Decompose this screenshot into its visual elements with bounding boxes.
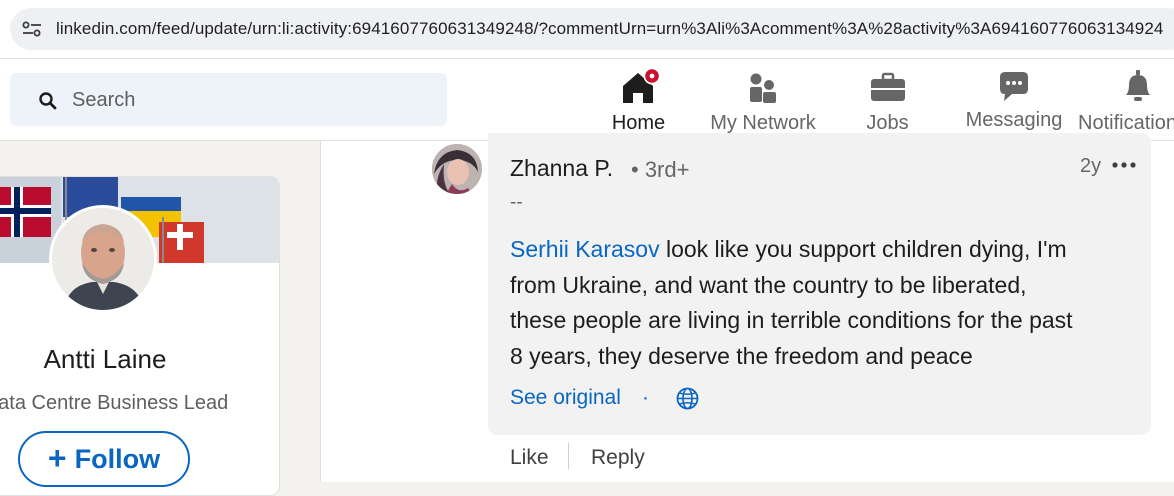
- connection-degree: • 3rd+: [631, 157, 690, 182]
- nav-messaging-label: Messaging: [965, 109, 1063, 131]
- commenter-photo: [432, 144, 482, 194]
- search-bar[interactable]: [10, 73, 447, 126]
- comment-text-line1: look like you support children dying, I'…: [659, 236, 1067, 262]
- profile-photo: [52, 208, 154, 310]
- follow-button[interactable]: + Follow: [18, 431, 190, 487]
- profile-headline: Data Centre Business Lead: [0, 392, 229, 414]
- action-divider: [568, 443, 569, 469]
- profile-name[interactable]: Antti Laine: [0, 344, 219, 375]
- url-text: linkedin.com/feed/update/urn:li:activity…: [56, 19, 1164, 38]
- site-settings-icon[interactable]: [22, 21, 42, 37]
- message-icon: [1000, 72, 1028, 101]
- comment-text-line2: from Ukraine, and want the country to be…: [510, 271, 1027, 298]
- search-icon: [39, 92, 57, 110]
- mention-link[interactable]: Serhii Karasov: [510, 236, 660, 262]
- nav-messaging[interactable]: Messaging: [960, 59, 1068, 141]
- network-icon: [750, 73, 776, 103]
- comment-timestamp: 2y: [1080, 155, 1102, 177]
- more-options-icon[interactable]: [1110, 150, 1138, 178]
- reply-button[interactable]: Reply: [591, 446, 645, 470]
- nav-notifications-label: Notifications: [1078, 112, 1174, 134]
- separator-dot: ·: [642, 386, 649, 409]
- nav-jobs[interactable]: Jobs: [840, 59, 935, 141]
- follow-button-label: Follow: [74, 443, 161, 474]
- nav-my-network-label: My Network: [710, 112, 816, 134]
- browser-address-bar: linkedin.com/feed/update/urn:li:activity…: [0, 0, 1174, 59]
- comment-text-line3: these people are living in terrible cond…: [510, 307, 1073, 333]
- commenter-avatar[interactable]: [432, 144, 482, 194]
- column-divider: [320, 141, 321, 482]
- like-button[interactable]: Like: [510, 446, 549, 470]
- nav-jobs-label: Jobs: [866, 112, 909, 134]
- home-icon: [622, 67, 660, 103]
- nav-notifications[interactable]: Notifications: [1078, 59, 1174, 141]
- nav-my-network[interactable]: My Network: [703, 59, 823, 141]
- search-input[interactable]: [72, 86, 432, 114]
- url-field[interactable]: linkedin.com/feed/update/urn:li:activity…: [10, 8, 1174, 50]
- bell-icon: [1126, 70, 1150, 101]
- profile-avatar[interactable]: [49, 205, 157, 313]
- briefcase-icon: [870, 72, 905, 101]
- comment-author-headline: --: [510, 192, 523, 213]
- globe-icon[interactable]: [675, 386, 700, 411]
- profile-card: Antti Laine Data Centre Business Lead + …: [0, 176, 280, 496]
- nav-home-label: Home: [611, 112, 666, 134]
- comment-author-name[interactable]: Zhanna P.: [510, 155, 613, 182]
- global-nav: Home My Network Jobs Messaging: [0, 59, 1174, 141]
- comment-text-line4: 8 years, they deserve the freedom and pe…: [510, 342, 973, 369]
- comment-text: Serhii Karasov look like you support chi…: [510, 232, 1140, 374]
- nav-home[interactable]: Home: [576, 59, 701, 141]
- see-original-link[interactable]: See original: [510, 386, 621, 410]
- plus-icon: +: [47, 439, 67, 476]
